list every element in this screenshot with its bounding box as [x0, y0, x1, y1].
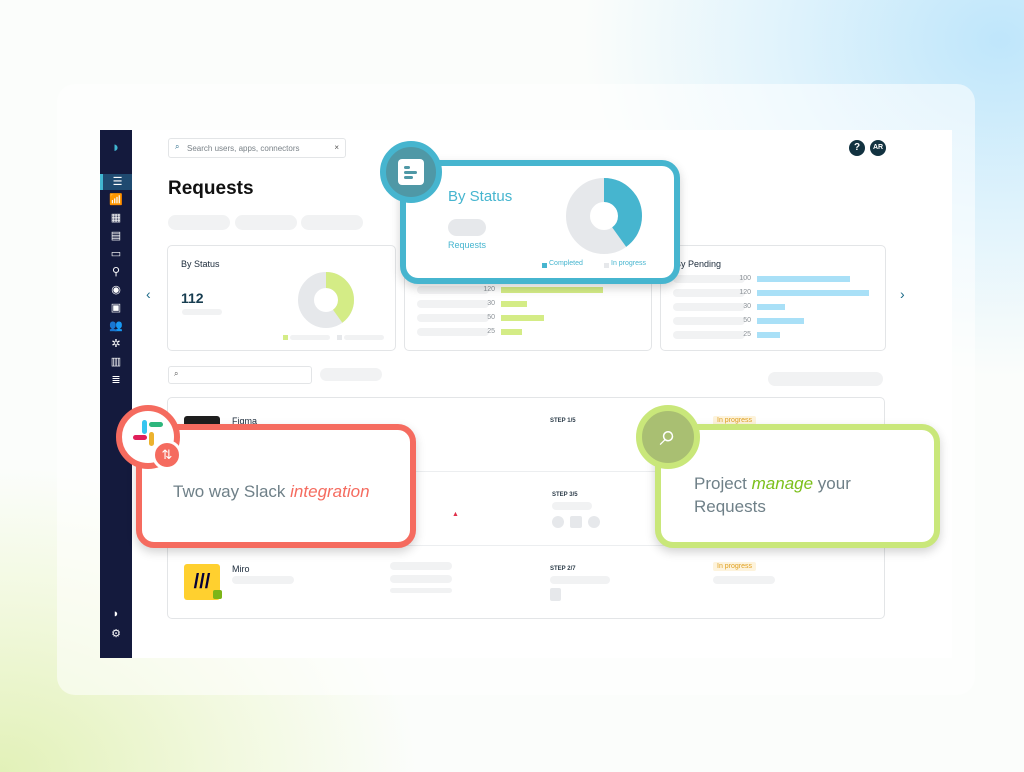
billing-icon[interactable]: ▭ [100, 246, 132, 262]
users-icon[interactable]: 👥 [100, 318, 132, 334]
page-title: Requests [168, 178, 254, 199]
prev-arrow[interactable]: ‹ [146, 286, 151, 302]
table-row[interactable]: /// Miro STEP 2/7 In progress [168, 546, 884, 620]
sort-pill[interactable] [768, 372, 883, 386]
filter-pill[interactable] [301, 215, 363, 230]
by-status-card: By Status 112 [167, 245, 396, 351]
clear-icon[interactable]: × [334, 143, 339, 152]
magnifier-icon: ⌕ [636, 405, 700, 469]
bar [501, 301, 527, 307]
report-icon[interactable]: ▥ [100, 354, 132, 370]
popup-donut [566, 178, 642, 254]
apps-icon[interactable]: ▦ [100, 210, 132, 226]
brand-icon[interactable]: ◗ [100, 606, 132, 622]
analytics-icon[interactable]: 📶 [100, 192, 132, 208]
bar [757, 290, 869, 296]
bar-value: 120 [483, 286, 495, 293]
bar [757, 332, 781, 338]
bar-value: 25 [487, 328, 495, 335]
requests-icon[interactable]: ☰ [100, 174, 132, 190]
logo-icon: ◗ [111, 139, 121, 156]
bar-value: 100 [739, 275, 751, 282]
sync-icon: ⇅ [152, 440, 182, 470]
filter-pill[interactable] [168, 215, 230, 230]
bar [757, 318, 804, 324]
bar-value: 50 [743, 317, 751, 324]
sidebar: ◗ ☰ 📶 ▦ ▤ ▭ ⚲ ◉ ▣ 👥 ✲ ▥ ≣ ◗ ⚙ [100, 130, 132, 658]
chart-icon [398, 159, 424, 185]
inbox-icon[interactable]: ▣ [100, 300, 132, 316]
next-arrow[interactable]: › [900, 286, 905, 302]
settings-icon[interactable]: ⚙ [100, 626, 132, 642]
bar-value: 120 [739, 289, 751, 296]
filter-pill[interactable] [235, 215, 297, 230]
avatar[interactable]: AR [870, 140, 886, 156]
document-icon[interactable]: ▤ [100, 228, 132, 244]
bar [501, 315, 544, 321]
by-pending-card: By Pending 100 120 30 50 25 [660, 245, 886, 351]
bar [757, 276, 851, 282]
search-icon: ⌕ [174, 369, 179, 378]
chart-badge [380, 141, 442, 203]
bar-value: 30 [743, 303, 751, 310]
status-donut [298, 272, 354, 328]
warning-icon: ▲ [452, 511, 459, 518]
by-status-popup: By Status Requests Completed In progress [400, 160, 680, 284]
bar [757, 304, 785, 310]
bar-value: 30 [487, 300, 495, 307]
integrations-icon[interactable]: ✲ [100, 336, 132, 352]
help-button[interactable]: ? [849, 140, 865, 156]
bar-value: 25 [743, 331, 751, 338]
workflow-icon[interactable]: ⚲ [100, 264, 132, 280]
bar [501, 329, 523, 335]
bar-value: 50 [487, 314, 495, 321]
search-icon: ⌕ [175, 142, 180, 151]
search-input[interactable]: ⌕ Search users, apps, connectors × [168, 138, 346, 158]
spend-icon[interactable]: ◉ [100, 282, 132, 298]
filter-search-input[interactable]: ⌕ [168, 366, 312, 384]
bar [501, 287, 603, 293]
list-icon[interactable]: ≣ [100, 372, 132, 388]
filter-pill[interactable] [320, 368, 382, 381]
